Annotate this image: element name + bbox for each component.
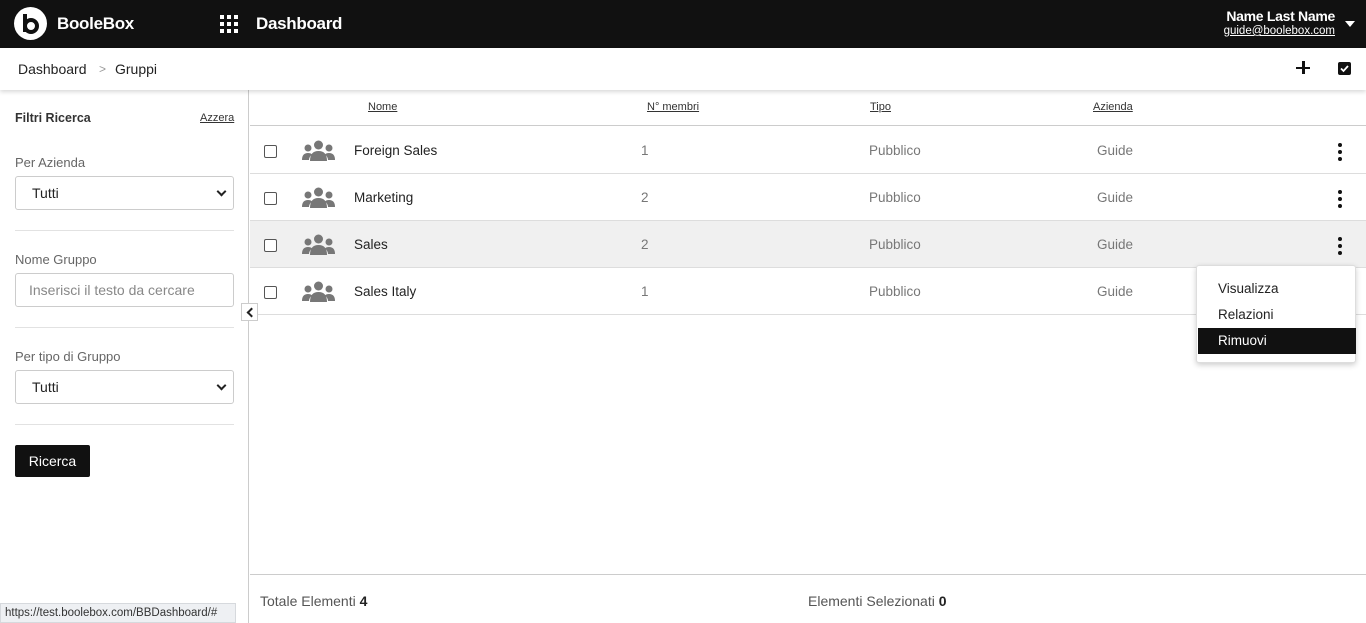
row-actions-kebab-icon[interactable] (1337, 143, 1343, 161)
group-company: Guide (1097, 143, 1134, 158)
table-row[interactable]: Sales 2 Pubblico Guide (250, 221, 1366, 268)
column-header-membri[interactable]: N° membri (647, 101, 699, 113)
company-select-value: Tutti (32, 185, 59, 201)
group-type: Pubblico (869, 143, 921, 158)
filters-title: Filtri Ricerca (15, 111, 91, 125)
group-members: 2 (641, 190, 649, 205)
brand-name: BooleBox (57, 14, 134, 33)
collapse-sidebar-chevron-left-icon[interactable] (241, 303, 258, 321)
divider (15, 424, 234, 425)
selected-elements-value: 0 (938, 593, 947, 609)
total-elements: Totale Elementi 4 (260, 593, 367, 609)
row-actions-kebab-icon[interactable] (1337, 190, 1343, 208)
top-bar: BooleBox Dashboard Name Last Name guide@… (0, 0, 1366, 48)
boolebox-logo-icon[interactable] (14, 7, 47, 40)
menu-item-visualizza[interactable]: Visualizza (1198, 276, 1356, 302)
group-name[interactable]: Marketing (354, 190, 413, 205)
group-name-input[interactable]: Inserisci il testo da cercare (15, 273, 234, 307)
group-icon (302, 281, 335, 302)
add-group-plus-icon[interactable] (1293, 58, 1313, 78)
reset-filters-link[interactable]: Azzera (200, 112, 234, 124)
group-type: Pubblico (869, 190, 921, 205)
group-icon (302, 140, 335, 161)
chevron-down-icon (216, 380, 227, 391)
company-select[interactable]: Tutti (15, 176, 234, 210)
table-header: Nome N° membri Tipo Azienda (250, 90, 1366, 126)
total-elements-value: 4 (359, 593, 368, 609)
group-company: Guide (1097, 190, 1134, 205)
group-icon (302, 187, 335, 208)
group-type-label: Per tipo di Gruppo (15, 349, 121, 364)
row-checkbox[interactable] (264, 192, 277, 205)
group-company: Guide (1097, 284, 1134, 299)
group-name-label: Nome Gruppo (15, 252, 97, 267)
company-filter-label: Per Azienda (15, 155, 86, 170)
table-row[interactable]: Foreign Sales 1 Pubblico Guide (250, 127, 1366, 174)
breadcrumb-gruppi: Gruppi (115, 61, 158, 77)
breadcrumb-bar: Dashboard > Gruppi (0, 48, 1366, 90)
user-name[interactable]: Name Last Name (1226, 8, 1335, 24)
selected-elements-label: Elementi Selezionati (808, 593, 935, 609)
menu-item-relazioni[interactable]: Relazioni (1198, 302, 1356, 328)
select-checkbox-icon[interactable] (1338, 62, 1351, 75)
group-type-select[interactable]: Tutti (15, 370, 234, 404)
group-name[interactable]: Sales (354, 237, 388, 252)
breadcrumb-dashboard[interactable]: Dashboard (18, 61, 87, 77)
group-type: Pubblico (869, 237, 921, 252)
row-checkbox[interactable] (264, 145, 277, 158)
row-context-menu: Visualizza Relazioni Rimuovi (1196, 265, 1356, 363)
divider (15, 327, 234, 328)
filter-sidebar: Filtri Ricerca Azzera Per Azienda Tutti … (0, 90, 249, 623)
group-name[interactable]: Foreign Sales (354, 143, 437, 158)
column-header-nome[interactable]: Nome (368, 101, 397, 113)
table-row[interactable]: Marketing 2 Pubblico Guide (250, 174, 1366, 221)
group-company: Guide (1097, 237, 1134, 252)
group-type-select-value: Tutti (32, 379, 59, 395)
group-members: 1 (641, 284, 649, 299)
user-menu-caret-icon[interactable] (1345, 21, 1355, 27)
search-button[interactable]: Ricerca (15, 445, 90, 477)
divider (15, 230, 234, 231)
total-elements-label: Totale Elementi (260, 593, 356, 609)
apps-grid-icon[interactable] (220, 15, 240, 35)
row-actions-kebab-icon[interactable] (1337, 237, 1343, 255)
group-icon (302, 234, 335, 255)
status-bar-url: https://test.boolebox.com/BBDashboard/# (0, 603, 236, 623)
selected-elements: Elementi Selezionati 0 (808, 593, 947, 609)
table-footer: Totale Elementi 4 Elementi Selezionati 0 (250, 574, 1366, 623)
column-header-tipo[interactable]: Tipo (870, 101, 891, 113)
page-title: Dashboard (256, 14, 343, 33)
menu-item-rimuovi[interactable]: Rimuovi (1198, 328, 1356, 354)
user-email[interactable]: guide@boolebox.com (1224, 25, 1335, 37)
group-type: Pubblico (869, 284, 921, 299)
row-checkbox[interactable] (264, 286, 277, 299)
group-members: 2 (641, 237, 649, 252)
column-header-azienda[interactable]: Azienda (1093, 101, 1133, 113)
group-members: 1 (641, 143, 649, 158)
breadcrumb-separator: > (99, 62, 107, 76)
group-name[interactable]: Sales Italy (354, 284, 416, 299)
chevron-down-icon (216, 186, 227, 197)
row-checkbox[interactable] (264, 239, 277, 252)
